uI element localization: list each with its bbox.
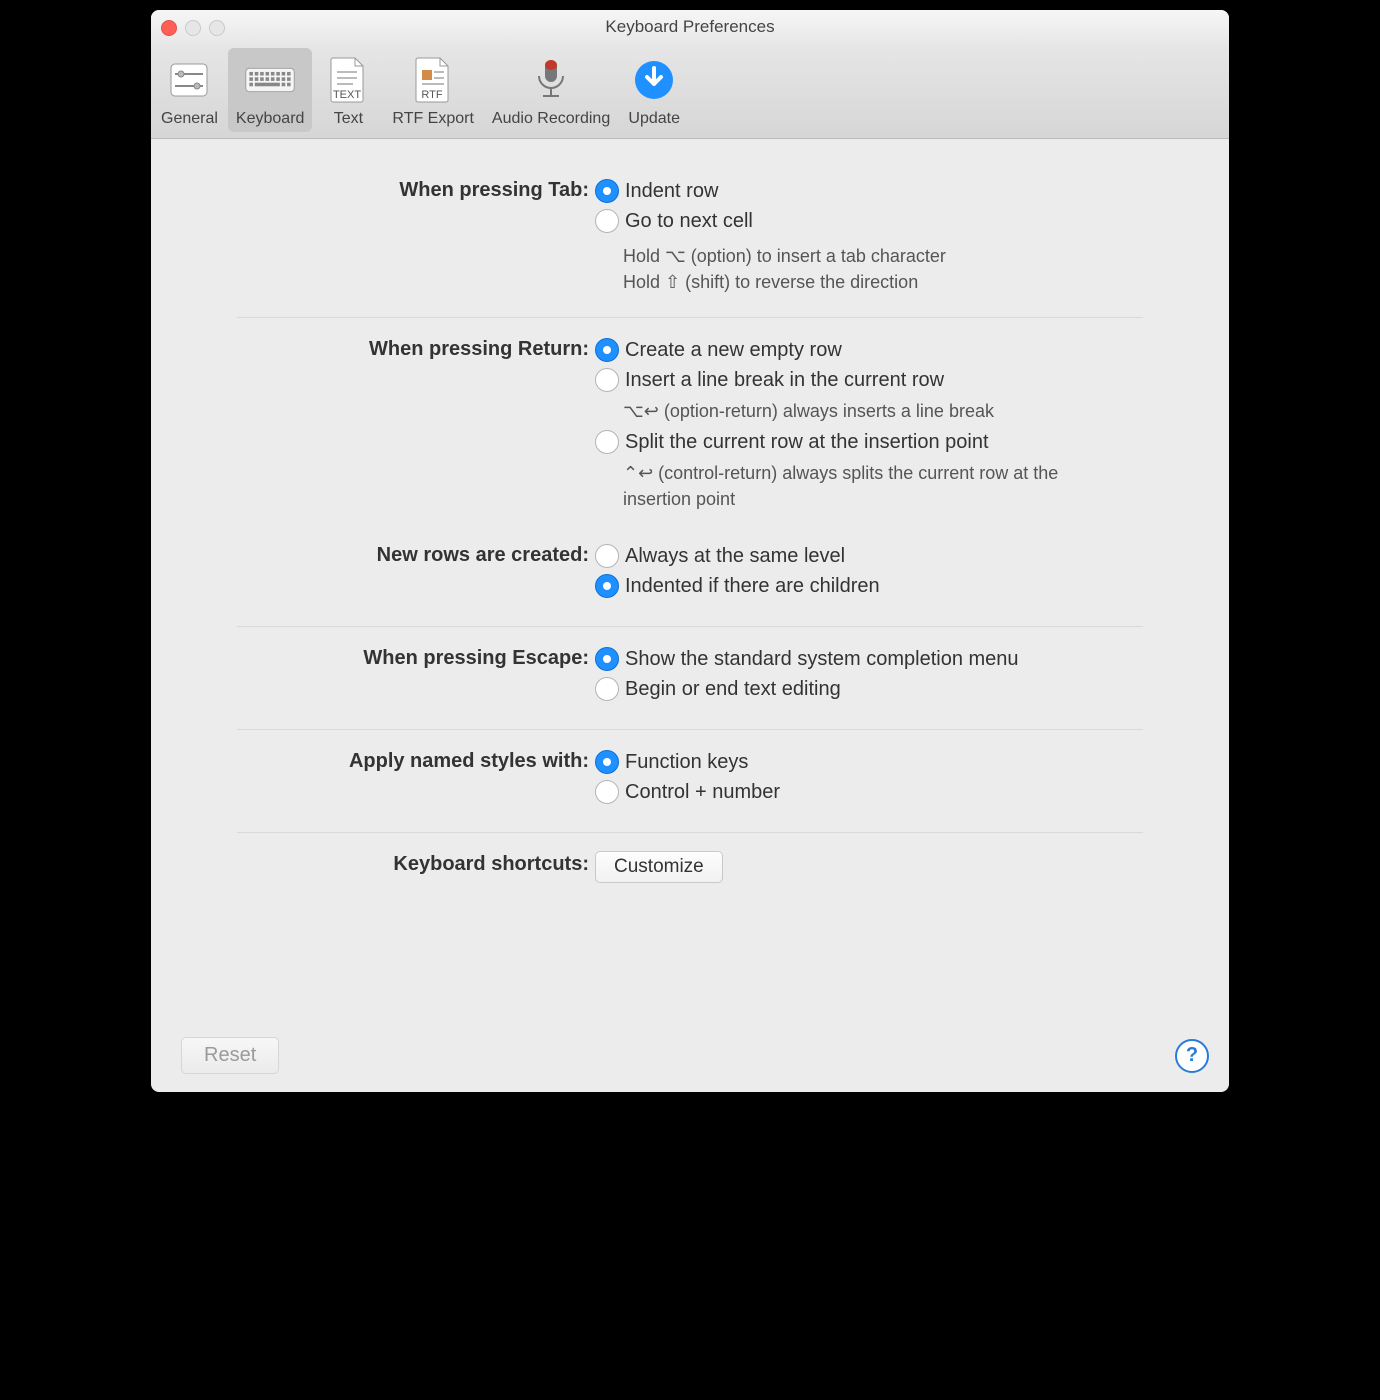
section-shortcuts: Keyboard shortcuts: Customize — [237, 833, 1143, 905]
close-window-button[interactable] — [161, 20, 177, 36]
section-label-shortcuts: Keyboard shortcuts: — [237, 851, 595, 876]
text-file-icon: TEXT — [322, 54, 374, 106]
radio-tab-indent-row[interactable] — [595, 179, 619, 203]
hint-text: ⌥↩ (option-return) always inserts a line… — [623, 398, 1143, 424]
radio-return-new-row[interactable] — [595, 338, 619, 362]
tab-rtf-export[interactable]: RTF RTF Export — [384, 48, 482, 132]
window-controls — [161, 20, 225, 36]
window-title: Keyboard Preferences — [151, 10, 1229, 44]
option-label: Control + number — [625, 781, 780, 804]
rtf-file-icon: RTF — [407, 54, 459, 106]
tab-label: General — [161, 110, 218, 128]
tab-audio-recording[interactable]: Audio Recording — [484, 48, 618, 132]
download-arrow-icon — [628, 54, 680, 106]
option-label: Indented if there are children — [625, 575, 880, 598]
customize-button[interactable]: Customize — [595, 851, 723, 883]
tab-keyboard[interactable]: Keyboard — [228, 48, 313, 132]
hint-text: ⌃↩ (control-return) always splits the cu… — [623, 460, 1123, 512]
radio-tab-next-cell[interactable] — [595, 209, 619, 233]
hint-line: Hold ⇧ (shift) to reverse the direction — [623, 269, 1143, 295]
tab-label: Update — [628, 110, 680, 128]
radio-escape-completion[interactable] — [595, 647, 619, 671]
option-label: Always at the same level — [625, 545, 845, 568]
radio-styles-ctrlnum[interactable] — [595, 780, 619, 804]
footer: Reset ? — [181, 1037, 1209, 1074]
zoom-window-button[interactable] — [209, 20, 225, 36]
preferences-content: When pressing Tab: Indent row Go to next… — [151, 139, 1229, 905]
tab-label: Keyboard — [236, 110, 305, 128]
section-label-styles: Apply named styles with: — [237, 748, 595, 773]
hint-line: Hold ⌥ (option) to insert a tab characte… — [623, 243, 1143, 269]
section-tab: When pressing Tab: Indent row Go to next… — [237, 159, 1143, 318]
svg-text:RTF: RTF — [422, 89, 443, 101]
section-styles: Apply named styles with: Function keys C… — [237, 730, 1143, 833]
sliders-icon — [163, 54, 215, 106]
tab-label: RTF Export — [392, 110, 474, 128]
radio-escape-edit[interactable] — [595, 677, 619, 701]
preferences-toolbar: General Keyboard — [151, 44, 1229, 139]
radio-newrows-indented[interactable] — [595, 574, 619, 598]
option-label: Show the standard system completion menu — [625, 648, 1019, 671]
keyboard-icon — [244, 54, 296, 106]
section-label-return: When pressing Return: — [237, 336, 595, 361]
radio-newrows-same-level[interactable] — [595, 544, 619, 568]
tab-label: Audio Recording — [492, 110, 610, 128]
option-label: Go to next cell — [625, 210, 753, 233]
tab-text[interactable]: TEXT Text — [314, 48, 382, 132]
microphone-icon — [525, 54, 577, 106]
section-label-tab: When pressing Tab: — [237, 177, 595, 202]
option-label: Function keys — [625, 751, 748, 774]
titlebar: Keyboard Preferences — [151, 10, 1229, 44]
section-label-newrows: New rows are created: — [237, 542, 595, 567]
preferences-window: Keyboard Preferences General — [151, 10, 1229, 1092]
radio-return-split-row[interactable] — [595, 430, 619, 454]
radio-return-line-break[interactable] — [595, 368, 619, 392]
option-label: Create a new empty row — [625, 339, 842, 362]
section-return: When pressing Return: Create a new empty… — [237, 318, 1143, 627]
option-label: Insert a line break in the current row — [625, 369, 944, 392]
tab-general[interactable]: General — [153, 48, 226, 132]
option-label: Indent row — [625, 180, 718, 203]
tab-label: Text — [334, 110, 363, 128]
option-label: Split the current row at the insertion p… — [625, 431, 989, 454]
hint-text: Hold ⌥ (option) to insert a tab characte… — [623, 243, 1143, 295]
section-escape: When pressing Escape: Show the standard … — [237, 627, 1143, 730]
section-label-escape: When pressing Escape: — [237, 645, 595, 670]
option-label: Begin or end text editing — [625, 678, 841, 701]
tab-update[interactable]: Update — [620, 48, 688, 132]
minimize-window-button[interactable] — [185, 20, 201, 36]
svg-text:TEXT: TEXT — [333, 89, 361, 101]
radio-styles-fnkeys[interactable] — [595, 750, 619, 774]
help-button[interactable]: ? — [1175, 1039, 1209, 1073]
reset-button[interactable]: Reset — [181, 1037, 279, 1074]
